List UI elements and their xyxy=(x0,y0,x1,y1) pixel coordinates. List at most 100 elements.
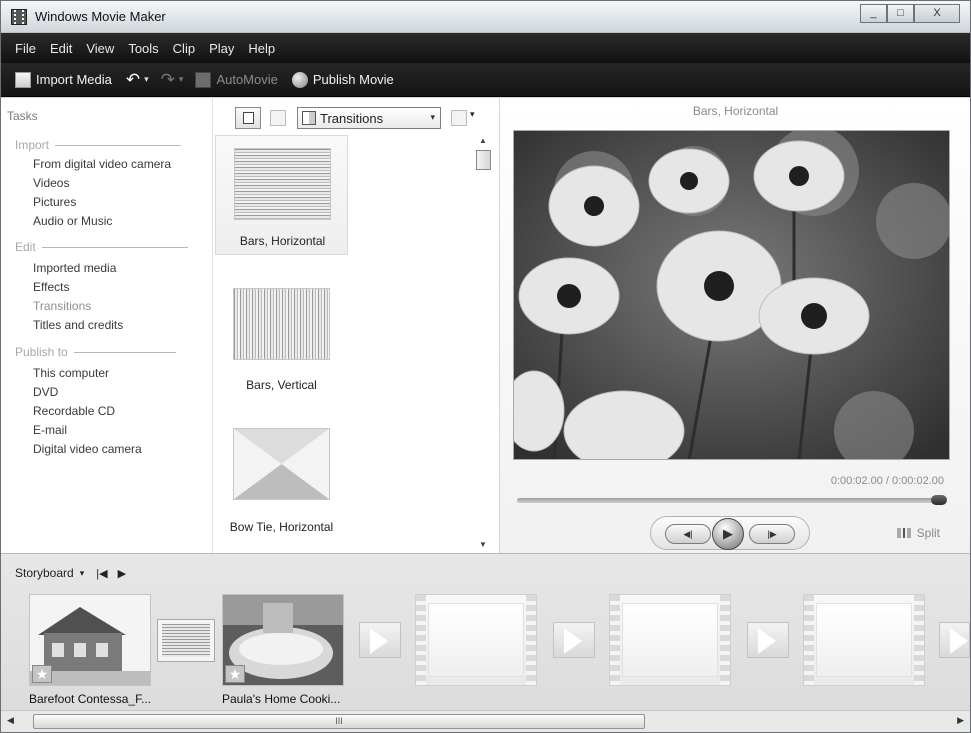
transition-slot-empty[interactable] xyxy=(939,622,970,658)
previous-frame-button[interactable]: ◀| xyxy=(665,524,711,544)
menu-file[interactable]: File xyxy=(15,41,36,56)
bars-vertical-thumbnail xyxy=(233,288,330,360)
menu-edit[interactable]: Edit xyxy=(50,41,72,56)
transition-slot-empty[interactable] xyxy=(747,622,789,658)
section-divider xyxy=(55,144,182,146)
menu-view[interactable]: View xyxy=(86,41,114,56)
import-media-label: Import Media xyxy=(36,72,112,87)
menu-help[interactable]: Help xyxy=(248,41,275,56)
task-email[interactable]: E-mail xyxy=(33,423,67,437)
scrollbar-thumb[interactable]: III xyxy=(33,714,645,729)
transitions-gallery: Transitions ▾ ▾ Bars, Horizontal Bars, V… xyxy=(213,98,499,553)
seek-bar-thumb[interactable] xyxy=(931,495,947,505)
transition-bow-tie-horizontal[interactable]: Bow Tie, Horizontal xyxy=(215,420,348,540)
window-controls: _ □ X xyxy=(860,4,960,23)
task-titles-credits[interactable]: Titles and credits xyxy=(33,318,123,332)
bow-tie-shape xyxy=(234,429,329,499)
tasks-pane-toggle-button[interactable] xyxy=(235,107,261,129)
storyboard-toolbar: Storyboard ▾ |◀ ▶ xyxy=(15,566,136,580)
storyboard-view-dropdown[interactable]: Storyboard xyxy=(15,566,74,580)
film-sprocket xyxy=(610,595,620,685)
task-audio-music[interactable]: Audio or Music xyxy=(33,214,112,228)
transition-bars-vertical[interactable]: Bars, Vertical xyxy=(215,278,348,398)
undo-dropdown-icon[interactable]: ▾ xyxy=(144,74,149,85)
bow-tie-thumbnail xyxy=(233,428,330,500)
transition-label: Bars, Horizontal xyxy=(239,234,326,248)
redo-dropdown-icon: ▾ xyxy=(178,74,184,84)
transition-arrow-icon xyxy=(370,628,388,654)
gallery-toolbar: Transitions ▾ ▾ xyxy=(213,102,499,132)
scrollbar-thumb[interactable] xyxy=(476,150,491,170)
empty-clip-slot[interactable] xyxy=(609,594,731,686)
storyboard-horizontal-scrollbar[interactable]: ◀ III ▶ xyxy=(1,710,970,732)
empty-frame-area xyxy=(622,603,718,677)
seek-bar[interactable] xyxy=(517,495,947,505)
menu-tools[interactable]: Tools xyxy=(128,41,158,56)
play-button[interactable]: ▶ xyxy=(712,518,744,550)
menu-play[interactable]: Play xyxy=(209,41,234,56)
split-button[interactable]: Split xyxy=(896,526,940,540)
automovie-label: AutoMovie xyxy=(216,72,278,87)
storyboard: Storyboard ▾ |◀ ▶ ★ Barefoot Contessa_F.… xyxy=(1,553,970,710)
timecode-readout: 0:00:02.00 / 0:00:02.00 xyxy=(830,475,944,487)
empty-clip-slot[interactable] xyxy=(415,594,537,686)
section-divider xyxy=(73,351,176,353)
task-effects[interactable]: Effects xyxy=(33,280,69,294)
transition-slot-empty[interactable] xyxy=(359,622,401,658)
transition-arrow-icon xyxy=(564,628,582,654)
title-bar: Windows Movie Maker _ □ X xyxy=(1,1,970,33)
task-this-computer[interactable]: This computer xyxy=(33,366,109,380)
film-sprocket xyxy=(720,595,730,685)
publish-movie-label: Publish Movie xyxy=(312,72,394,87)
next-frame-button[interactable]: |▶ xyxy=(749,524,795,544)
collection-dropdown-value: Transitions xyxy=(320,110,384,126)
close-button[interactable]: X xyxy=(914,4,960,23)
play-storyboard-icon[interactable]: ▶ xyxy=(118,567,126,580)
bars-horizontal-thumbnail xyxy=(234,148,331,220)
scroll-up-icon[interactable]: ▲ xyxy=(479,136,487,145)
storyboard-clip[interactable]: ★ xyxy=(222,594,344,686)
import-section-heading[interactable]: Import xyxy=(15,138,182,152)
menu-clip[interactable]: Clip xyxy=(173,41,195,56)
transition-bars-horizontal[interactable]: Bars, Horizontal xyxy=(215,135,348,255)
publish-heading-label: Publish to xyxy=(15,345,68,359)
collections-pane-button[interactable] xyxy=(270,110,286,126)
scroll-right-icon[interactable]: ▶ xyxy=(957,715,964,726)
chevron-down-icon[interactable]: ▾ xyxy=(80,568,85,579)
storyboard-clip[interactable]: ★ xyxy=(29,594,151,686)
task-recordable-cd[interactable]: Recordable CD xyxy=(33,404,115,418)
scroll-down-icon[interactable]: ▼ xyxy=(479,540,487,549)
tasks-pane: Tasks Import From digital video camera V… xyxy=(1,98,213,553)
collection-dropdown[interactable]: Transitions ▾ xyxy=(297,107,441,129)
undo-icon[interactable]: ↶ xyxy=(126,70,140,90)
task-digital-video-camera[interactable]: Digital video camera xyxy=(33,442,142,456)
star-icon[interactable]: ★ xyxy=(225,665,245,683)
view-options-button[interactable] xyxy=(451,110,467,126)
transition-label: Bars, Vertical xyxy=(246,378,317,392)
transition-slot-empty[interactable] xyxy=(553,622,595,658)
empty-frame-area xyxy=(428,603,524,677)
maximize-button[interactable]: □ xyxy=(887,4,914,23)
film-sprocket xyxy=(526,595,536,685)
rewind-icon[interactable]: |◀ xyxy=(96,567,107,580)
gallery-vertical-scrollbar[interactable]: ▲ ▼ xyxy=(475,134,492,552)
empty-clip-slot[interactable] xyxy=(803,594,925,686)
publish-section-heading[interactable]: Publish to xyxy=(15,345,176,359)
task-dvd[interactable]: DVD xyxy=(33,385,58,399)
import-media-button[interactable]: Import Media xyxy=(15,71,112,88)
task-videos[interactable]: Videos xyxy=(33,176,69,190)
scroll-left-icon[interactable]: ◀ xyxy=(7,715,14,726)
edit-section-heading[interactable]: Edit xyxy=(15,240,188,254)
transition-slot-filled[interactable] xyxy=(157,619,215,662)
task-transitions[interactable]: Transitions xyxy=(33,299,91,313)
task-pictures[interactable]: Pictures xyxy=(33,195,76,209)
task-from-camera[interactable]: From digital video camera xyxy=(33,157,171,171)
chevron-down-icon[interactable]: ▾ xyxy=(470,109,475,120)
minimize-button[interactable]: _ xyxy=(860,4,887,23)
task-imported-media[interactable]: Imported media xyxy=(33,261,116,275)
window-title: Windows Movie Maker xyxy=(35,9,166,24)
publish-movie-button[interactable]: Publish Movie xyxy=(291,71,394,88)
chevron-down-icon: ▾ xyxy=(430,112,435,122)
playback-controls: ◀| |▶ ▶ xyxy=(650,516,810,550)
star-icon[interactable]: ★ xyxy=(32,665,52,683)
